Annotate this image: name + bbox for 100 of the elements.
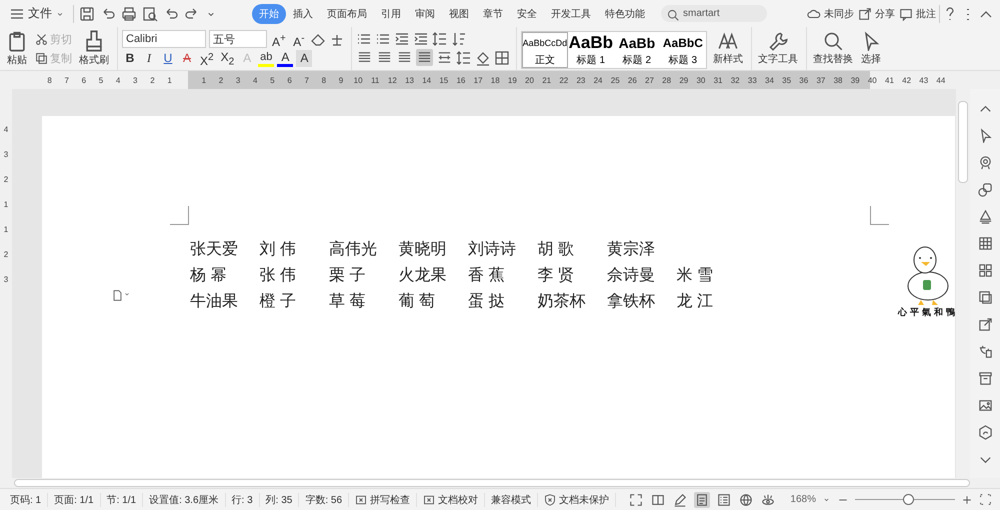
ruler-number: 6 (286, 76, 293, 84)
sticker-caption: 心平氣和鴨 (898, 306, 958, 319)
ruler-number: 4 (4, 125, 8, 134)
style-option[interactable]: AaBbCcDd 正文 (522, 32, 568, 68)
ruler-number: 38 (832, 76, 844, 84)
format-button[interactable]: A (179, 50, 195, 67)
gallery-icon[interactable] (978, 290, 992, 305)
format-button[interactable]: A (296, 50, 312, 67)
font-size-button[interactable]: A$^{-}$ (290, 30, 307, 48)
ribbon-tab[interactable]: 审阅 (408, 4, 442, 24)
decrease-indent-icon[interactable] (394, 31, 410, 47)
view-button[interactable] (672, 492, 688, 508)
status-text: 页面: 1/1 (48, 492, 101, 506)
format-button[interactable]: U (160, 50, 176, 67)
view-button[interactable] (694, 492, 710, 508)
text-tools-button[interactable]: 文字工具 (756, 29, 800, 68)
zoom-level[interactable]: 168% (790, 494, 816, 505)
font-dropdown[interactable]: Calibri (122, 30, 206, 48)
ribbon-tab[interactable]: 章节 (476, 4, 510, 24)
grid-icon[interactable] (978, 263, 992, 278)
ribbon-tab[interactable]: 引用 (374, 4, 408, 24)
print-icon[interactable] (121, 6, 137, 22)
style-option[interactable]: AaBb 标题 2 (614, 32, 660, 68)
ruler-number: 10 (352, 76, 364, 84)
format-painter-button[interactable]: 格式刷 (77, 28, 111, 69)
status-text: 页码: 1 (4, 492, 48, 506)
ribbon-tab[interactable]: 安全 (510, 4, 544, 24)
ruler-number: 20 (524, 76, 535, 84)
scrollbar-thumb[interactable] (14, 479, 970, 487)
name-text: 高伟光 (329, 240, 378, 260)
print-preview-icon[interactable] (142, 6, 158, 22)
expand-icon (629, 492, 644, 506)
ribbon-tab[interactable]: 页面布局 (320, 4, 374, 24)
table-icon[interactable] (978, 236, 992, 251)
find-replace-button[interactable]: 查找替换 (810, 29, 855, 68)
copy-icon (35, 52, 48, 64)
format-button[interactable]: B (122, 50, 138, 67)
margin-corner-mark (870, 206, 889, 225)
format-button[interactable]: ab (258, 50, 274, 67)
slider-thumb[interactable] (903, 494, 914, 505)
view-button[interactable] (716, 492, 732, 508)
spacing-icon[interactable] (432, 31, 448, 47)
increase-indent-icon[interactable] (412, 31, 429, 47)
line-spacing-icon[interactable] (456, 50, 472, 66)
ribbon-tab[interactable]: 插入 (286, 4, 320, 24)
ruler-number: 3 (234, 76, 242, 84)
paste-button[interactable]: 粘贴 (4, 28, 30, 69)
ruler-number: 27 (644, 76, 655, 84)
zoom-in-icon[interactable] (961, 494, 973, 506)
ruler-number: 6 (80, 76, 88, 84)
format-button[interactable]: X$_{2}$ (218, 50, 236, 67)
protection-button[interactable]: 文档未保护 (538, 492, 616, 506)
image-icon[interactable] (978, 398, 992, 413)
select-button[interactable]: 选择 (858, 29, 883, 68)
ribbon-tab[interactable]: 特色功能 (598, 4, 652, 24)
ribbon-tab[interactable]: 视图 (442, 4, 476, 24)
fullscreen-icon[interactable] (979, 493, 992, 506)
ruler-number: 37 (815, 76, 826, 84)
status-text: 列: 35 (260, 492, 300, 506)
view-button[interactable] (628, 492, 644, 508)
shapes-icon[interactable] (978, 182, 992, 197)
sync-button[interactable]: 未同步 (806, 4, 855, 22)
file-menu[interactable]: 文件 (6, 3, 68, 24)
align-button[interactable] (416, 49, 433, 66)
style-option[interactable]: AaBbC 标题 3 (660, 32, 706, 68)
scrollbar-thumb[interactable] (958, 101, 968, 183)
search-field[interactable]: smartart (661, 5, 767, 22)
comment-button[interactable]: 批注 (898, 4, 937, 22)
ruler-number: 2 (218, 76, 224, 84)
style-option[interactable]: AaBb 标题 1 (568, 32, 614, 68)
fill-icon[interactable] (474, 50, 491, 66)
name-text: 李 贤 (538, 266, 575, 286)
archive-icon[interactable] (978, 371, 992, 386)
name-text: 蛋 挞 (468, 292, 506, 312)
sort-icon[interactable] (450, 31, 467, 47)
document-icon[interactable] (112, 290, 123, 301)
share-button[interactable]: 分享 (857, 4, 896, 22)
status-button[interactable]: 拼写检查 (349, 492, 418, 506)
font-size-button[interactable]: A$^{+}$ (270, 30, 288, 48)
font-size-dropdown[interactable]: 五号 (209, 30, 267, 48)
compatibility-mode-button[interactable]: 兼容模式 (485, 492, 538, 506)
view-button[interactable] (738, 492, 754, 508)
ruler-number: 18 (490, 76, 501, 84)
new-style-button[interactable]: 新样式 (710, 29, 745, 68)
ruler-number: 24 (592, 76, 604, 84)
export-icon[interactable] (978, 317, 992, 332)
format-button[interactable]: A (277, 50, 294, 67)
ruler-number: 4 (114, 76, 122, 84)
border-icon[interactable] (494, 50, 510, 66)
format-button[interactable]: X$^{2}$ (198, 50, 216, 67)
hexagon-icon[interactable] (978, 425, 992, 440)
save-icon[interactable] (79, 6, 95, 22)
ruler-number: 5 (269, 76, 276, 84)
status-button[interactable]: 文档校对 (417, 492, 486, 506)
ruler-number: 15 (438, 76, 450, 84)
ribbon-tab[interactable]: 开发工具 (544, 4, 598, 24)
align-icon (356, 50, 372, 65)
name-text: 刘诗诗 (468, 240, 517, 260)
ruler-number: 19 (506, 76, 518, 84)
format-button[interactable]: I (141, 50, 157, 67)
